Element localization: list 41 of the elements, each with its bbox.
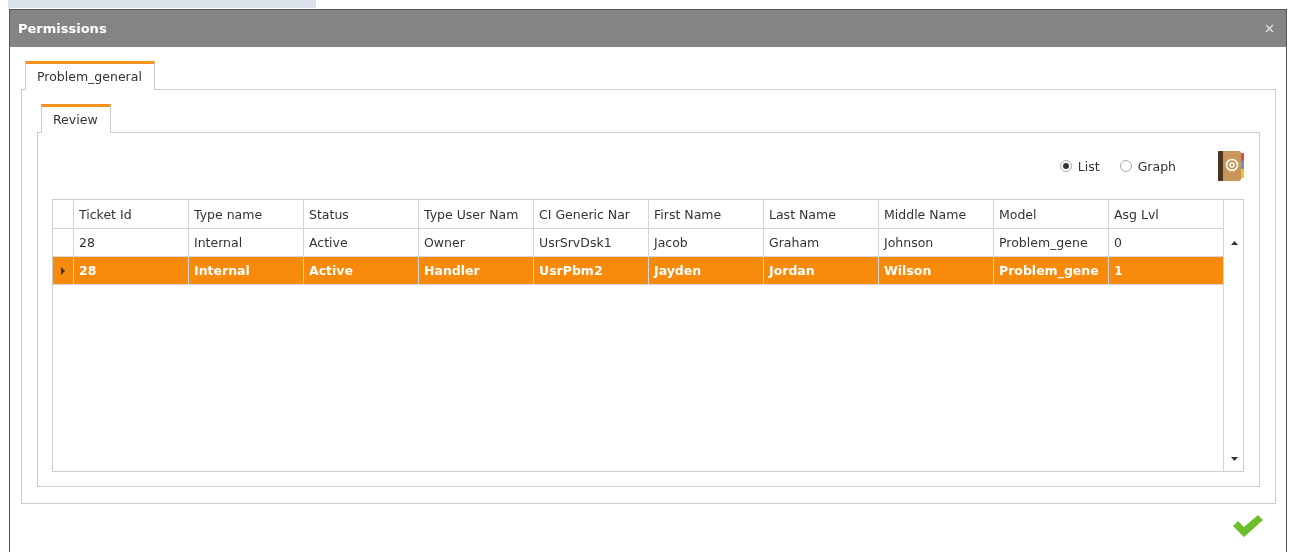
table-cell: Jacob — [649, 229, 764, 256]
close-icon[interactable] — [1265, 24, 1274, 33]
table-cell: Active — [304, 229, 419, 256]
table-cell: Jayden — [649, 257, 764, 284]
table-cell: Wilson — [879, 257, 994, 284]
table-cell: Handler — [419, 257, 534, 284]
column-header[interactable]: Status — [304, 200, 419, 228]
column-header[interactable]: Ticket Id — [74, 200, 189, 228]
table-cell: Graham — [764, 229, 879, 256]
radio-option[interactable]: Graph — [1119, 158, 1176, 174]
tab[interactable]: Problem_general — [25, 61, 155, 90]
table-cell: Problem_gene — [994, 229, 1109, 256]
column-header[interactable]: First Name — [649, 200, 764, 228]
column-header[interactable]: Asg Lvl — [1109, 200, 1224, 228]
table-cell: Jordan — [764, 257, 879, 284]
table-cell: Owner — [419, 229, 534, 256]
address-book-icon[interactable] — [1218, 150, 1244, 182]
scroll-up-icon[interactable] — [1231, 241, 1238, 245]
table-cell: Problem_gene — [994, 257, 1109, 284]
column-header[interactable]: Type User Nam — [419, 200, 534, 228]
checkmark-icon[interactable] — [1232, 514, 1264, 538]
table-cell: Active — [304, 257, 419, 284]
table-cell: Internal — [189, 257, 304, 284]
tab[interactable]: Review — [41, 104, 111, 133]
column-header[interactable]: Last Name — [764, 200, 879, 228]
row-pointer-icon — [61, 266, 65, 275]
table-cell: UsrSrvDsk1 — [534, 229, 649, 256]
table-cell: 28 — [74, 257, 189, 284]
column-header[interactable]: Model — [994, 200, 1109, 228]
radio-option[interactable]: List — [1059, 158, 1100, 174]
column-header[interactable]: Type name — [189, 200, 304, 228]
table-cell: 0 — [1109, 229, 1224, 256]
column-header[interactable]: Middle Name — [879, 200, 994, 228]
window-title: Permissions — [18, 21, 107, 36]
table-cell: 1 — [1109, 257, 1224, 284]
table-cell: Johnson — [879, 229, 994, 256]
scroll-down-icon[interactable] — [1231, 457, 1238, 461]
table-cell: UsrPbm2 — [534, 257, 649, 284]
table-cell: 28 — [74, 229, 189, 256]
table-cell: Internal — [189, 229, 304, 256]
column-header[interactable]: CI Generic Nar — [534, 200, 649, 228]
